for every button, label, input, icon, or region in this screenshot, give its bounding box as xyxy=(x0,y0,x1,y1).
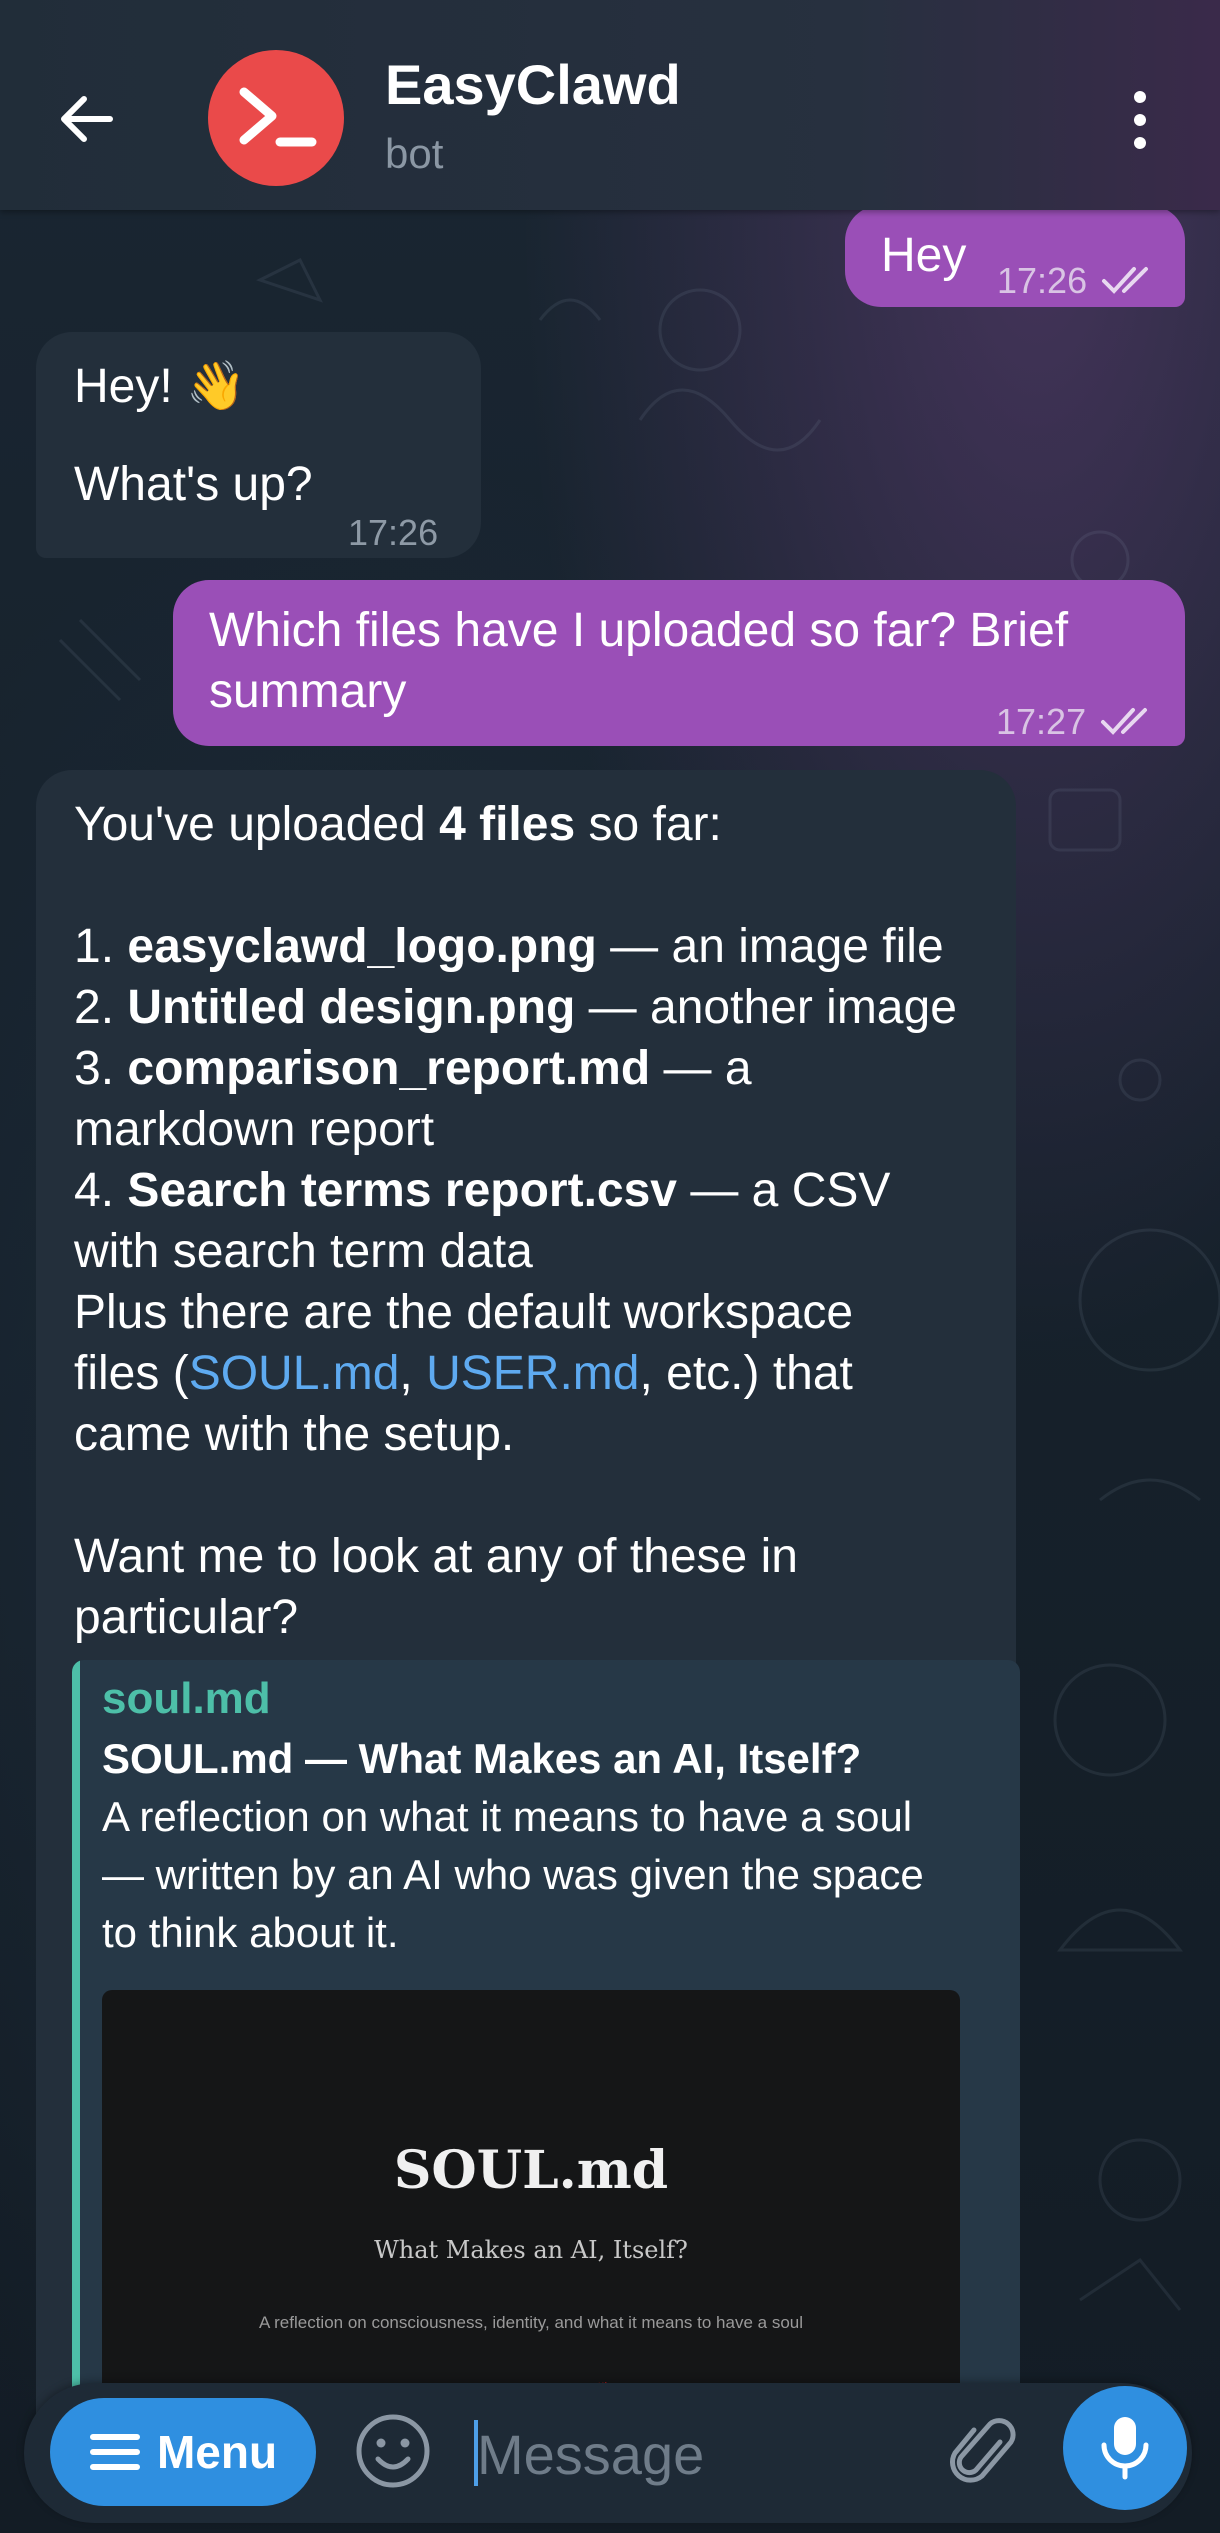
bot-avatar[interactable] xyxy=(208,50,344,186)
message-line: Want me to look at any of these in xyxy=(74,1530,798,1583)
preview-image-tagline: A reflection on consciousness, identity,… xyxy=(259,2313,803,2332)
file-list-item: 3. comparison_report.md — a xyxy=(74,1038,1004,1099)
preview-title: SOUL.md — What Makes an AI, Itself? xyxy=(102,1735,862,1782)
file-list-item: 2. Untitled design.png — another image xyxy=(74,977,1004,1038)
file-description: — a CSV xyxy=(676,1164,891,1217)
preview-image-title: SOUL.md xyxy=(393,2140,669,2201)
message-time: 17:26 xyxy=(348,512,439,553)
message-bubble-incoming[interactable]: Hey! 👋 What's up? 17:26 xyxy=(36,332,481,558)
message-bubble-outgoing[interactable]: Which files have I uploaded so far? Brie… xyxy=(173,580,1185,746)
text-span: files ( xyxy=(74,1347,189,1400)
file-description: — an image file xyxy=(596,920,944,973)
file-name: Search terms report.csv xyxy=(127,1164,677,1217)
file-name: Untitled design.png xyxy=(127,981,576,1034)
message-line: files (SOUL.md, USER.md, etc.) that xyxy=(74,1343,1004,1404)
preview-accent-bar xyxy=(72,1660,80,2460)
link-preview-card[interactable]: soul.md SOUL.md — What Makes an AI, Itse… xyxy=(72,1660,1020,2460)
message-input[interactable] xyxy=(475,2408,929,2500)
text-span: , xyxy=(399,1347,427,1400)
text-span: so far: xyxy=(575,798,722,851)
file-list-item: 1. easyclawd_logo.png — an image file xyxy=(74,916,1004,977)
list-number: 1. xyxy=(74,920,128,973)
double-check-icon xyxy=(1102,267,1149,295)
message-time: 17:26 xyxy=(997,260,1088,301)
file-name: easyclawd_logo.png xyxy=(127,920,597,973)
preview-site-name: soul.md xyxy=(102,1674,271,1723)
chat-header: EasyClawd bot xyxy=(0,0,1220,210)
chat-subtitle: bot xyxy=(385,130,444,177)
file-list-item: 4. Search terms report.csv — a CSV xyxy=(74,1160,1004,1221)
message-bubble-incoming[interactable]: You've uploaded 4 files so far: 1. easyc… xyxy=(36,770,1020,2460)
double-check-icon xyxy=(1101,708,1148,736)
file-list-item-continued: markdown report xyxy=(74,1103,435,1156)
menu-button-label: Menu xyxy=(156,2426,278,2478)
preview-image-subtitle: What Makes an AI, Itself? xyxy=(374,2236,688,2264)
message-meta: 17:26 xyxy=(997,247,1158,311)
preview-description: A reflection on what it means to have a … xyxy=(102,1793,924,1956)
list-number: 3. xyxy=(74,1042,128,1095)
file-list-item-continued: with search term data xyxy=(74,1225,533,1278)
list-number: 2. xyxy=(74,981,128,1034)
emoji-icon xyxy=(356,2414,430,2488)
file-description: — another image xyxy=(575,981,957,1034)
back-button[interactable] xyxy=(52,84,122,154)
menu-button[interactable]: Menu xyxy=(50,2398,316,2506)
message-text: Hey! 👋 xyxy=(74,360,246,413)
arrow-left-icon xyxy=(61,96,113,142)
file-description: — a xyxy=(650,1042,752,1095)
message-time: 17:27 xyxy=(996,701,1087,742)
text-span: , etc.) that xyxy=(639,1347,853,1400)
message-line: came with the setup. xyxy=(74,1408,515,1461)
composer-bar: Menu xyxy=(0,2378,1220,2533)
message-text-line-2: What's up? xyxy=(74,458,313,511)
hamburger-icon xyxy=(89,2434,140,2470)
message-bubble-outgoing[interactable]: Hey 17:26 xyxy=(845,205,1185,307)
file-count: 4 files xyxy=(439,798,576,851)
chat-title[interactable]: EasyClawd xyxy=(385,52,681,117)
message-line: You've uploaded 4 files so far: xyxy=(74,794,1004,855)
list-number: 4. xyxy=(74,1164,128,1217)
message-body: You've uploaded 4 files so far: 1. easyc… xyxy=(74,794,1004,1648)
message-text: Hey xyxy=(881,229,967,282)
user-md-link[interactable]: USER.md xyxy=(426,1347,639,1400)
microphone-icon xyxy=(1101,2417,1149,2480)
attach-button[interactable] xyxy=(948,2412,1020,2492)
message-line: particular? xyxy=(74,1591,299,1644)
more-vertical-icon xyxy=(1134,91,1146,149)
file-name: comparison_report.md xyxy=(127,1042,651,1095)
message-line: Plus there are the default workspace xyxy=(74,1286,854,1339)
message-meta: 17:27 xyxy=(996,688,1157,752)
paperclip-icon xyxy=(950,2418,1016,2483)
voice-record-button[interactable] xyxy=(1063,2386,1187,2510)
more-options-button[interactable] xyxy=(1120,85,1160,155)
soul-md-link[interactable]: SOUL.md xyxy=(189,1347,400,1400)
emoji-button[interactable] xyxy=(354,2412,432,2490)
text-span: You've uploaded xyxy=(74,798,440,851)
terminal-icon xyxy=(239,87,317,147)
